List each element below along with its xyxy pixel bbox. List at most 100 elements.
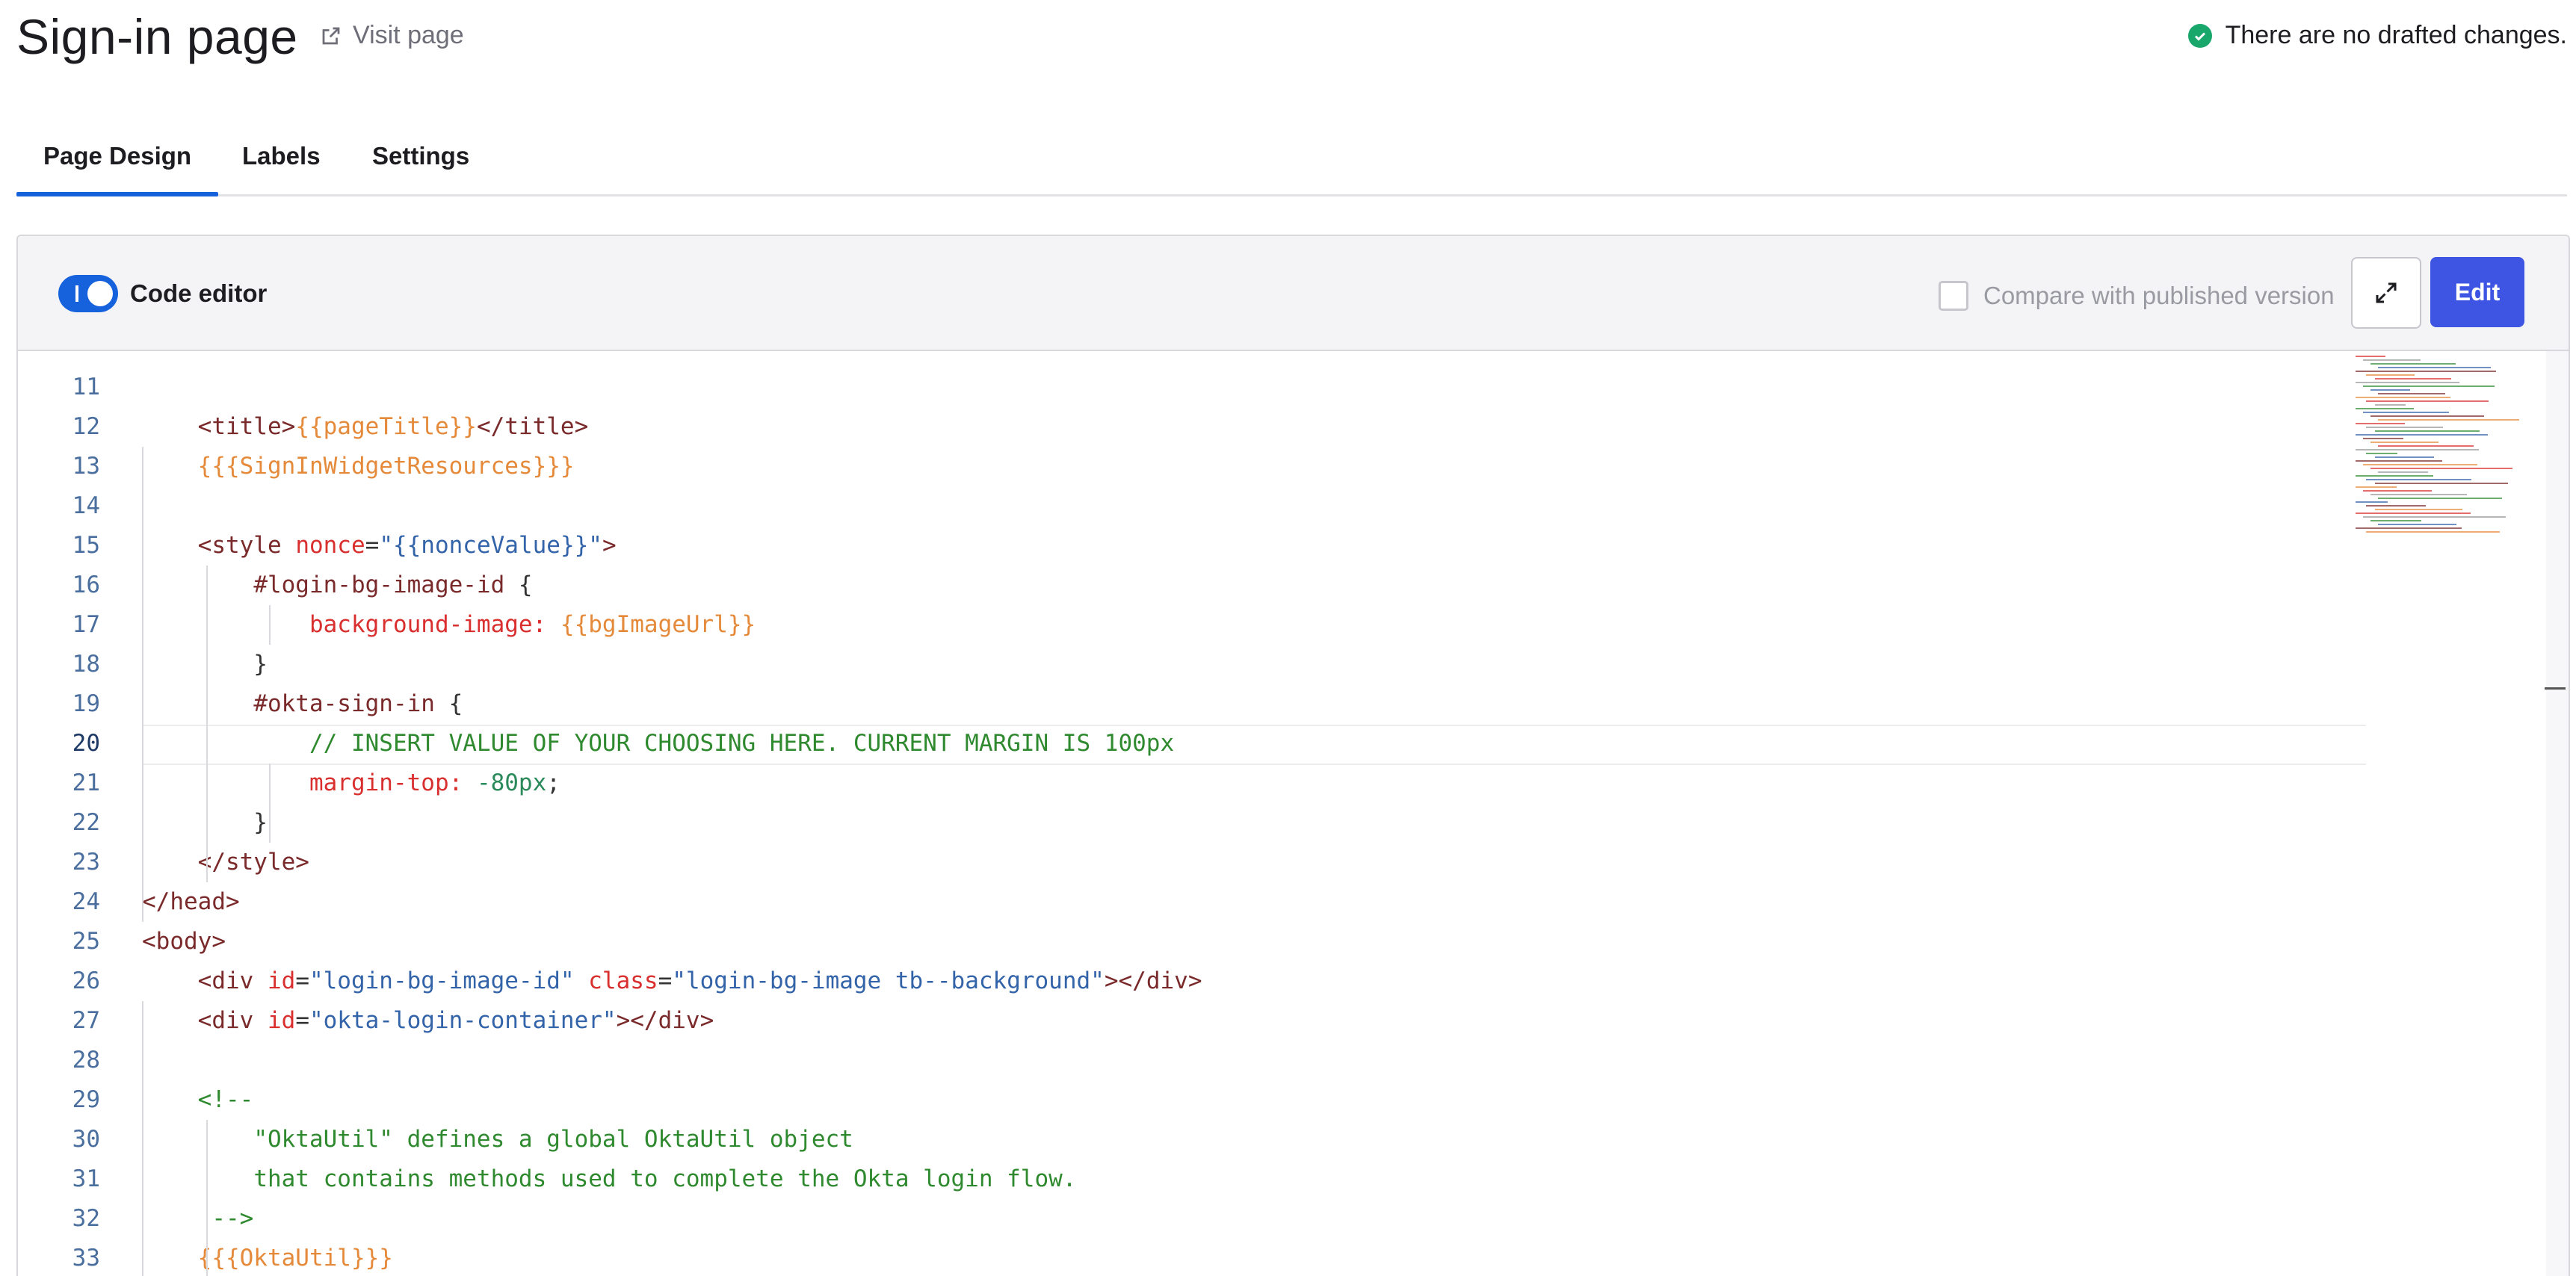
line-number: 18 <box>72 651 100 678</box>
expand-button[interactable] <box>2351 257 2421 329</box>
minimap-line <box>2356 382 2459 383</box>
code-text: } <box>142 809 268 836</box>
code-text: {{{SignInWidgetResources}}} <box>197 453 575 480</box>
minimap-line <box>2370 442 2438 443</box>
minimap-line <box>2366 400 2489 402</box>
minimap-line <box>2370 363 2456 365</box>
line-number: 32 <box>72 1205 100 1232</box>
code-text: <title>{{pageTitle}}</title> <box>197 413 589 440</box>
page-title: Sign-in page <box>16 9 298 64</box>
draft-status-text: There are no drafted changes. <box>2225 21 2567 49</box>
editor-toolbar: Code editor Compare with published versi… <box>18 236 2569 351</box>
tab-page-design[interactable]: Page Design <box>16 142 219 196</box>
minimap-line <box>2363 359 2421 361</box>
line-number: 16 <box>72 572 100 598</box>
minimap-line <box>2356 434 2488 436</box>
code-line: 13 {{{SignInWidgetResources}}} <box>18 447 2335 486</box>
code-line: 18 } <box>18 645 2335 684</box>
code-text: <div id="okta-login-container"></div> <box>197 1007 714 1034</box>
line-number: 23 <box>72 849 100 876</box>
minimap-line <box>2378 498 2502 499</box>
minimap-line <box>2356 475 2433 477</box>
minimap-line <box>2375 509 2462 510</box>
editor-scrollbar[interactable] <box>2545 351 2569 1276</box>
minimap-line <box>2378 524 2456 525</box>
minimap-line <box>2356 512 2471 514</box>
visit-page-label: Visit page <box>353 21 464 49</box>
line-number: 25 <box>72 928 100 955</box>
code-text: #login-bg-image-id { <box>253 572 533 598</box>
minimap-line <box>2370 468 2512 469</box>
line-number: 28 <box>72 1047 100 1074</box>
minimap-line <box>2375 430 2480 432</box>
code-line: 17 background-image: {{bgImageUrl}} <box>18 605 2335 645</box>
external-link-icon <box>322 27 340 44</box>
compare-checkbox[interactable] <box>1939 281 1968 311</box>
check-circle-icon <box>2187 23 2212 48</box>
indent-guide <box>142 447 143 922</box>
code-line: 11 <box>18 368 2335 407</box>
line-number: 13 <box>72 453 100 480</box>
minimap-line <box>2363 464 2477 465</box>
code-line: 28 <box>18 1041 2335 1080</box>
minimap-line <box>2375 378 2451 380</box>
line-number: 33 <box>72 1245 100 1272</box>
code-line: 31 that contains methods used to complet… <box>18 1159 2335 1199</box>
minimap-line <box>2370 494 2467 495</box>
code-line: 29 <!-- <box>18 1080 2335 1120</box>
minimap-line <box>2356 449 2479 450</box>
code-minimap[interactable] <box>2348 351 2550 545</box>
code-text: </head> <box>142 888 240 915</box>
code-text: #okta-sign-in { <box>253 690 463 717</box>
minimap-line <box>2378 367 2491 368</box>
minimap-line <box>2375 483 2508 484</box>
code-text: <!-- <box>197 1086 254 1113</box>
tab-labels[interactable]: Labels <box>242 142 321 191</box>
code-line: 25 <body> <box>18 922 2335 961</box>
code-line: 14 <box>18 486 2335 526</box>
tab-settings[interactable]: Settings <box>372 142 469 191</box>
code-line: 24 </head> <box>18 882 2335 922</box>
minimap-line <box>2363 412 2449 413</box>
minimap-line <box>2366 427 2443 428</box>
minimap-line <box>2363 385 2495 387</box>
code-text: </style> <box>197 849 309 876</box>
line-number: 21 <box>72 769 100 796</box>
visit-page-link[interactable]: Visit page <box>320 21 464 50</box>
edit-button[interactable]: Edit <box>2430 257 2524 327</box>
code-area[interactable]: 11 12 <title>{{pageTitle}}</title> 13 {{{S… <box>18 351 2569 1276</box>
minimap-line <box>2378 471 2428 473</box>
minimap-line <box>2378 445 2474 447</box>
code-text: // INSERT VALUE OF YOUR CHOOSING HERE. C… <box>309 730 1175 757</box>
minimap-line <box>2375 404 2406 406</box>
code-line: 22 } <box>18 803 2335 843</box>
minimap-line <box>2356 486 2397 488</box>
page-root: Sign-in page Visit page There are no dra… <box>0 0 2576 1276</box>
minimap-line <box>2363 516 2506 518</box>
code-text: <style nonce="{{nonceValue}}"> <box>197 532 617 559</box>
minimap-line <box>2366 531 2500 533</box>
line-number: 11 <box>72 374 100 400</box>
minimap-line <box>2356 356 2385 357</box>
compare-published-option[interactable]: Compare with published version <box>1939 281 2335 311</box>
minimap-line <box>2370 389 2410 391</box>
code-line: 16 #login-bg-image-id { <box>18 566 2335 605</box>
indent-guide <box>206 566 208 882</box>
code-line: 33 {{{OktaUtil}}} <box>18 1239 2335 1276</box>
code-editor-toggle[interactable] <box>58 275 118 312</box>
minimap-line <box>2370 415 2484 417</box>
minimap-line <box>2363 438 2403 439</box>
minimap-line <box>2366 374 2415 376</box>
line-number: 30 <box>72 1126 100 1153</box>
minimap-line <box>2356 371 2496 372</box>
code-text: } <box>142 651 268 678</box>
line-number: 27 <box>72 1007 100 1034</box>
indent-guide <box>269 605 271 645</box>
line-number: 31 <box>72 1165 100 1192</box>
code-text: {{{OktaUtil}}} <box>197 1245 393 1272</box>
line-number: 24 <box>72 888 100 915</box>
minimap-line <box>2366 479 2471 480</box>
minimap-line <box>2366 505 2426 507</box>
minimap-line <box>2356 527 2462 529</box>
line-number: 12 <box>72 413 100 440</box>
